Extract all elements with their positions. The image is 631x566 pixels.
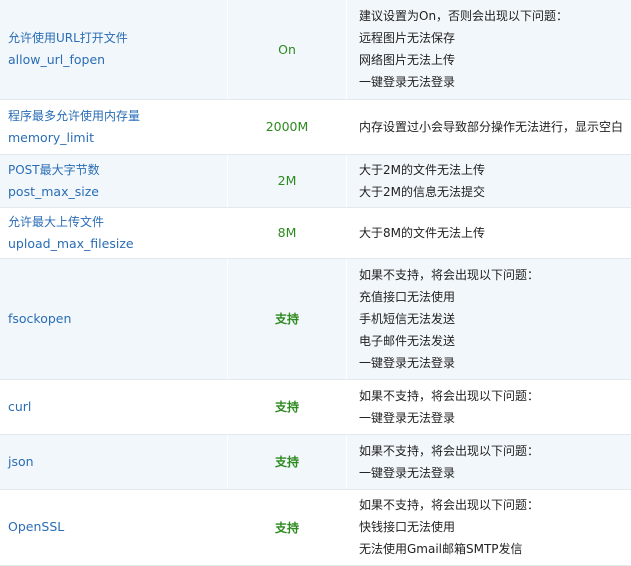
setting-name-cell: 程序最多允许使用内存量 memory_limit	[0, 99, 228, 154]
setting-key: allow_url_fopen	[8, 49, 227, 71]
setting-key: memory_limit	[8, 127, 227, 149]
setting-value-cell: 8M	[228, 207, 347, 258]
note-line: 建议设置为On，否则会出现以下问题：	[359, 5, 631, 27]
setting-key: curl	[8, 396, 227, 418]
setting-value: 2M	[278, 173, 297, 188]
setting-key: upload_max_filesize	[8, 233, 227, 255]
note-line: 如果不支持，将会出现以下问题：	[359, 440, 631, 462]
setting-key: json	[8, 451, 227, 473]
note-line: 快钱接口无法使用	[359, 516, 631, 538]
setting-name-cell: OpenSSL	[0, 489, 228, 565]
setting-value-cell: 支持	[228, 258, 347, 379]
setting-value-cell: On	[228, 0, 347, 99]
setting-value-cell: 支持	[228, 434, 347, 489]
note-line: 大于2M的文件无法上传	[359, 159, 631, 181]
note-line: 一键登录无法登录	[359, 352, 631, 374]
table-row: json 支持 如果不支持，将会出现以下问题： 一键登录无法登录	[0, 434, 631, 489]
setting-notes-cell: 大于8M的文件无法上传	[347, 207, 631, 258]
table-row: 允许使用URL打开文件 allow_url_fopen On 建议设置为On，否…	[0, 0, 631, 99]
setting-name-cell: fsockopen	[0, 258, 228, 379]
note-line: 大于8M的文件无法上传	[359, 222, 631, 244]
setting-notes-cell: 大于2M的文件无法上传 大于2M的信息无法提交	[347, 154, 631, 207]
table-row: OpenSSL 支持 如果不支持，将会出现以下问题： 快钱接口无法使用 无法使用…	[0, 489, 631, 565]
setting-value: 支持	[275, 455, 299, 469]
setting-name-cell: POST最大字节数 post_max_size	[0, 154, 228, 207]
note-line: 充值接口无法使用	[359, 286, 631, 308]
setting-value: On	[278, 42, 296, 57]
setting-notes-cell: 建议设置为On，否则会出现以下问题： 远程图片无法保存 网络图片无法上传 一键登…	[347, 0, 631, 99]
setting-value: 支持	[275, 312, 299, 326]
table-row: curl 支持 如果不支持，将会出现以下问题： 一键登录无法登录	[0, 379, 631, 434]
note-line: 大于2M的信息无法提交	[359, 181, 631, 203]
setting-key: post_max_size	[8, 181, 227, 203]
setting-key: OpenSSL	[8, 516, 227, 538]
setting-notes-cell: 如果不支持，将会出现以下问题： 一键登录无法登录	[347, 379, 631, 434]
setting-value: 2000M	[266, 119, 309, 134]
environment-check-table: 允许使用URL打开文件 allow_url_fopen On 建议设置为On，否…	[0, 0, 631, 566]
setting-notes-cell: 如果不支持，将会出现以下问题： 一键登录无法登录	[347, 434, 631, 489]
note-line: 如果不支持，将会出现以下问题：	[359, 264, 631, 286]
setting-label: POST最大字节数	[8, 159, 227, 181]
setting-name-cell: 允许最大上传文件 upload_max_filesize	[0, 207, 228, 258]
note-line: 如果不支持，将会出现以下问题：	[359, 494, 631, 516]
note-line: 网络图片无法上传	[359, 49, 631, 71]
setting-label: 允许使用URL打开文件	[8, 27, 227, 49]
setting-value-cell: 2M	[228, 154, 347, 207]
table-row: 程序最多允许使用内存量 memory_limit 2000M 内存设置过小会导致…	[0, 99, 631, 154]
setting-label: 允许最大上传文件	[8, 211, 227, 233]
setting-notes-cell: 如果不支持，将会出现以下问题： 充值接口无法使用 手机短信无法发送 电子邮件无法…	[347, 258, 631, 379]
setting-value-cell: 支持	[228, 379, 347, 434]
setting-value-cell: 支持	[228, 489, 347, 565]
setting-notes-cell: 内存设置过小会导致部分操作无法进行，显示空白	[347, 99, 631, 154]
note-line: 一键登录无法登录	[359, 407, 631, 429]
table-row: fsockopen 支持 如果不支持，将会出现以下问题： 充值接口无法使用 手机…	[0, 258, 631, 379]
setting-value: 支持	[275, 400, 299, 414]
table-row: POST最大字节数 post_max_size 2M 大于2M的文件无法上传 大…	[0, 154, 631, 207]
setting-notes-cell: 如果不支持，将会出现以下问题： 快钱接口无法使用 无法使用Gmail邮箱SMTP…	[347, 489, 631, 565]
setting-name-cell: json	[0, 434, 228, 489]
setting-key: fsockopen	[8, 308, 227, 330]
setting-value: 8M	[278, 225, 297, 240]
setting-name-cell: 允许使用URL打开文件 allow_url_fopen	[0, 0, 228, 99]
setting-value: 支持	[275, 521, 299, 535]
note-line: 手机短信无法发送	[359, 308, 631, 330]
table-row: 允许最大上传文件 upload_max_filesize 8M 大于8M的文件无…	[0, 207, 631, 258]
note-line: 远程图片无法保存	[359, 27, 631, 49]
note-line: 无法使用Gmail邮箱SMTP发信	[359, 538, 631, 560]
note-line: 一键登录无法登录	[359, 462, 631, 484]
note-line: 电子邮件无法发送	[359, 330, 631, 352]
note-line: 内存设置过小会导致部分操作无法进行，显示空白	[359, 116, 631, 138]
setting-name-cell: curl	[0, 379, 228, 434]
note-line: 一键登录无法登录	[359, 71, 631, 93]
note-line: 如果不支持，将会出现以下问题：	[359, 385, 631, 407]
setting-label: 程序最多允许使用内存量	[8, 105, 227, 127]
setting-value-cell: 2000M	[228, 99, 347, 154]
